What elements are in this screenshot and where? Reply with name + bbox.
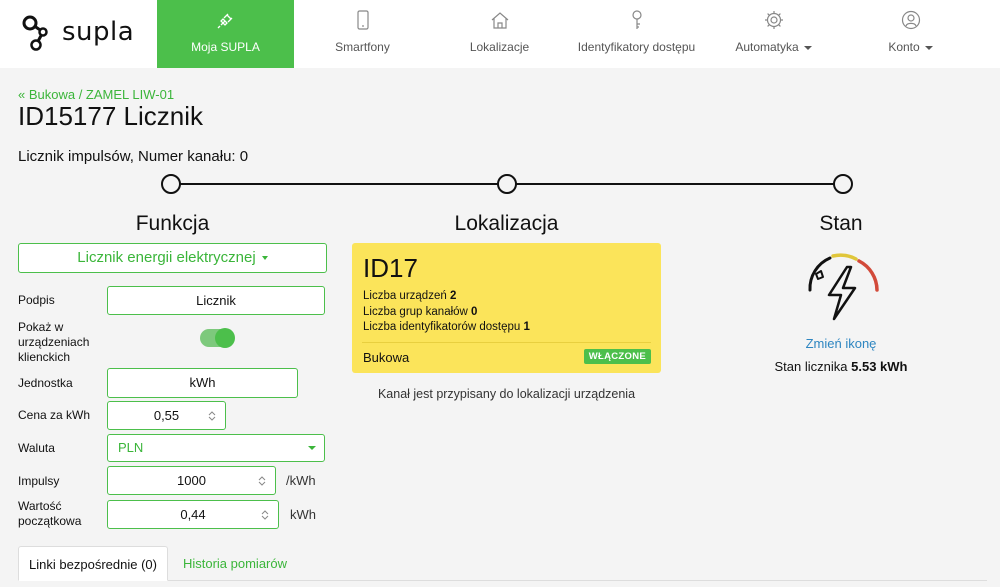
home-icon [491, 12, 508, 29]
chevron-down-icon [803, 45, 812, 50]
nav-smartfony[interactable]: Smartfony [294, 0, 431, 68]
stepper-icon[interactable] [261, 509, 269, 521]
top-navbar: supla Moja SUPLA Smartfony Lokalizacje I… [0, 0, 1000, 68]
page-title: ID15177 Licznik [18, 101, 203, 131]
caption-input[interactable]: Licznik [107, 286, 325, 315]
step-dot-state [833, 174, 853, 194]
location-groups: Liczba grup kanałów 0 [363, 306, 478, 318]
tab-measurement-history[interactable]: Historia pomiarów [168, 546, 302, 581]
impulses-unit: /kWh [286, 473, 316, 488]
price-input[interactable]: 0,55 [107, 401, 226, 430]
meter-state: Stan licznika 5.53 kWh [774, 359, 908, 374]
location-name: Bukowa [363, 350, 410, 365]
step-dot-location [497, 174, 517, 194]
nav-automatyka[interactable]: Automatyka [705, 0, 842, 68]
impulses-label: Impulsy [18, 474, 60, 488]
user-icon [901, 10, 920, 30]
price-label: Cena za kWh [18, 408, 91, 422]
plug-icon [217, 13, 232, 29]
stepper-icon[interactable] [208, 410, 216, 422]
nav-label: Lokalizacje [469, 40, 530, 54]
initial-value-input[interactable]: 0,44 [107, 500, 279, 529]
initial-value-unit: kWh [290, 507, 316, 522]
nav-konto[interactable]: Konto [842, 0, 979, 68]
column-title-function: Funkcja [135, 212, 210, 235]
show-in-clients-toggle[interactable] [200, 328, 235, 348]
nav-label: Automatyka [705, 40, 842, 54]
step-dot-function [161, 174, 181, 194]
location-divider [362, 342, 651, 343]
initial-value: 0,44 [180, 507, 206, 522]
initial-value-label: Wartość początkowa [18, 499, 82, 528]
column-title-location: Lokalizacja [454, 212, 559, 235]
breadcrumb[interactable]: « Bukowa / ZAMEL LIW-01 [18, 87, 174, 102]
currency-label: Waluta [18, 441, 55, 455]
currency-value: PLN [118, 440, 144, 455]
nav-identyfikatory[interactable]: Identyfikatory dostępu [568, 0, 705, 68]
electricity-meter-icon [808, 253, 879, 321]
function-dropdown[interactable]: Licznik energii elektrycznej [18, 243, 327, 273]
unit-value: kWh [189, 375, 216, 390]
nav-label: Moja SUPLA [191, 40, 260, 54]
chevron-down-icon [924, 45, 933, 50]
column-title-state: Stan [819, 212, 863, 235]
channel-subtitle: Licznik impulsów, Numer kanału: 0 [18, 148, 249, 165]
show-in-clients-label: Pokaż w urządzeniach klienckich [18, 320, 90, 364]
supla-logo-icon [22, 15, 48, 51]
location-card[interactable]: ID17 Liczba urządzeń 2 Liczba grup kanał… [352, 243, 661, 373]
status-badge: WŁĄCZONE [583, 349, 651, 364]
nav-lokalizacje[interactable]: Lokalizacje [431, 0, 568, 68]
unit-input[interactable]: kWh [107, 368, 298, 398]
function-dropdown-value: Licznik energii elektrycznej [77, 249, 256, 266]
gear-icon [764, 11, 783, 29]
chevron-down-icon [308, 446, 316, 450]
impulses-input[interactable]: 1000 [107, 466, 276, 495]
location-id: ID17 [363, 253, 418, 283]
chevron-down-icon [261, 256, 268, 261]
brand-name: supla [62, 17, 135, 47]
change-icon-link[interactable]: Zmień ikonę [741, 336, 941, 351]
supla-logo[interactable]: supla [22, 12, 152, 56]
location-devices: Liczba urządzeń 2 [363, 290, 457, 302]
toggle-knob [215, 328, 235, 348]
nav-label: Smartfony [335, 40, 390, 54]
smartphone-icon [356, 10, 369, 30]
price-value: 0,55 [153, 408, 180, 423]
nav-label: Identyfikatory dostępu [577, 40, 696, 54]
nav-label: Konto [842, 40, 979, 54]
unit-label: Jednostka [18, 376, 73, 390]
caption-value: Licznik [196, 293, 236, 308]
tab-direct-links[interactable]: Linki bezpośrednie (0) [18, 546, 168, 581]
impulses-value: 1000 [177, 473, 206, 488]
location-access-ids: Liczba identyfikatorów dostępu 1 [363, 321, 530, 333]
key-icon [631, 10, 642, 29]
currency-select[interactable]: PLN [107, 434, 325, 462]
location-note: Kanał jest przypisany do lokalizacji urz… [377, 387, 636, 401]
nav-moja-supla[interactable]: Moja SUPLA [157, 0, 294, 68]
stepper-icon[interactable] [258, 475, 266, 487]
caption-label: Podpis [18, 293, 55, 307]
